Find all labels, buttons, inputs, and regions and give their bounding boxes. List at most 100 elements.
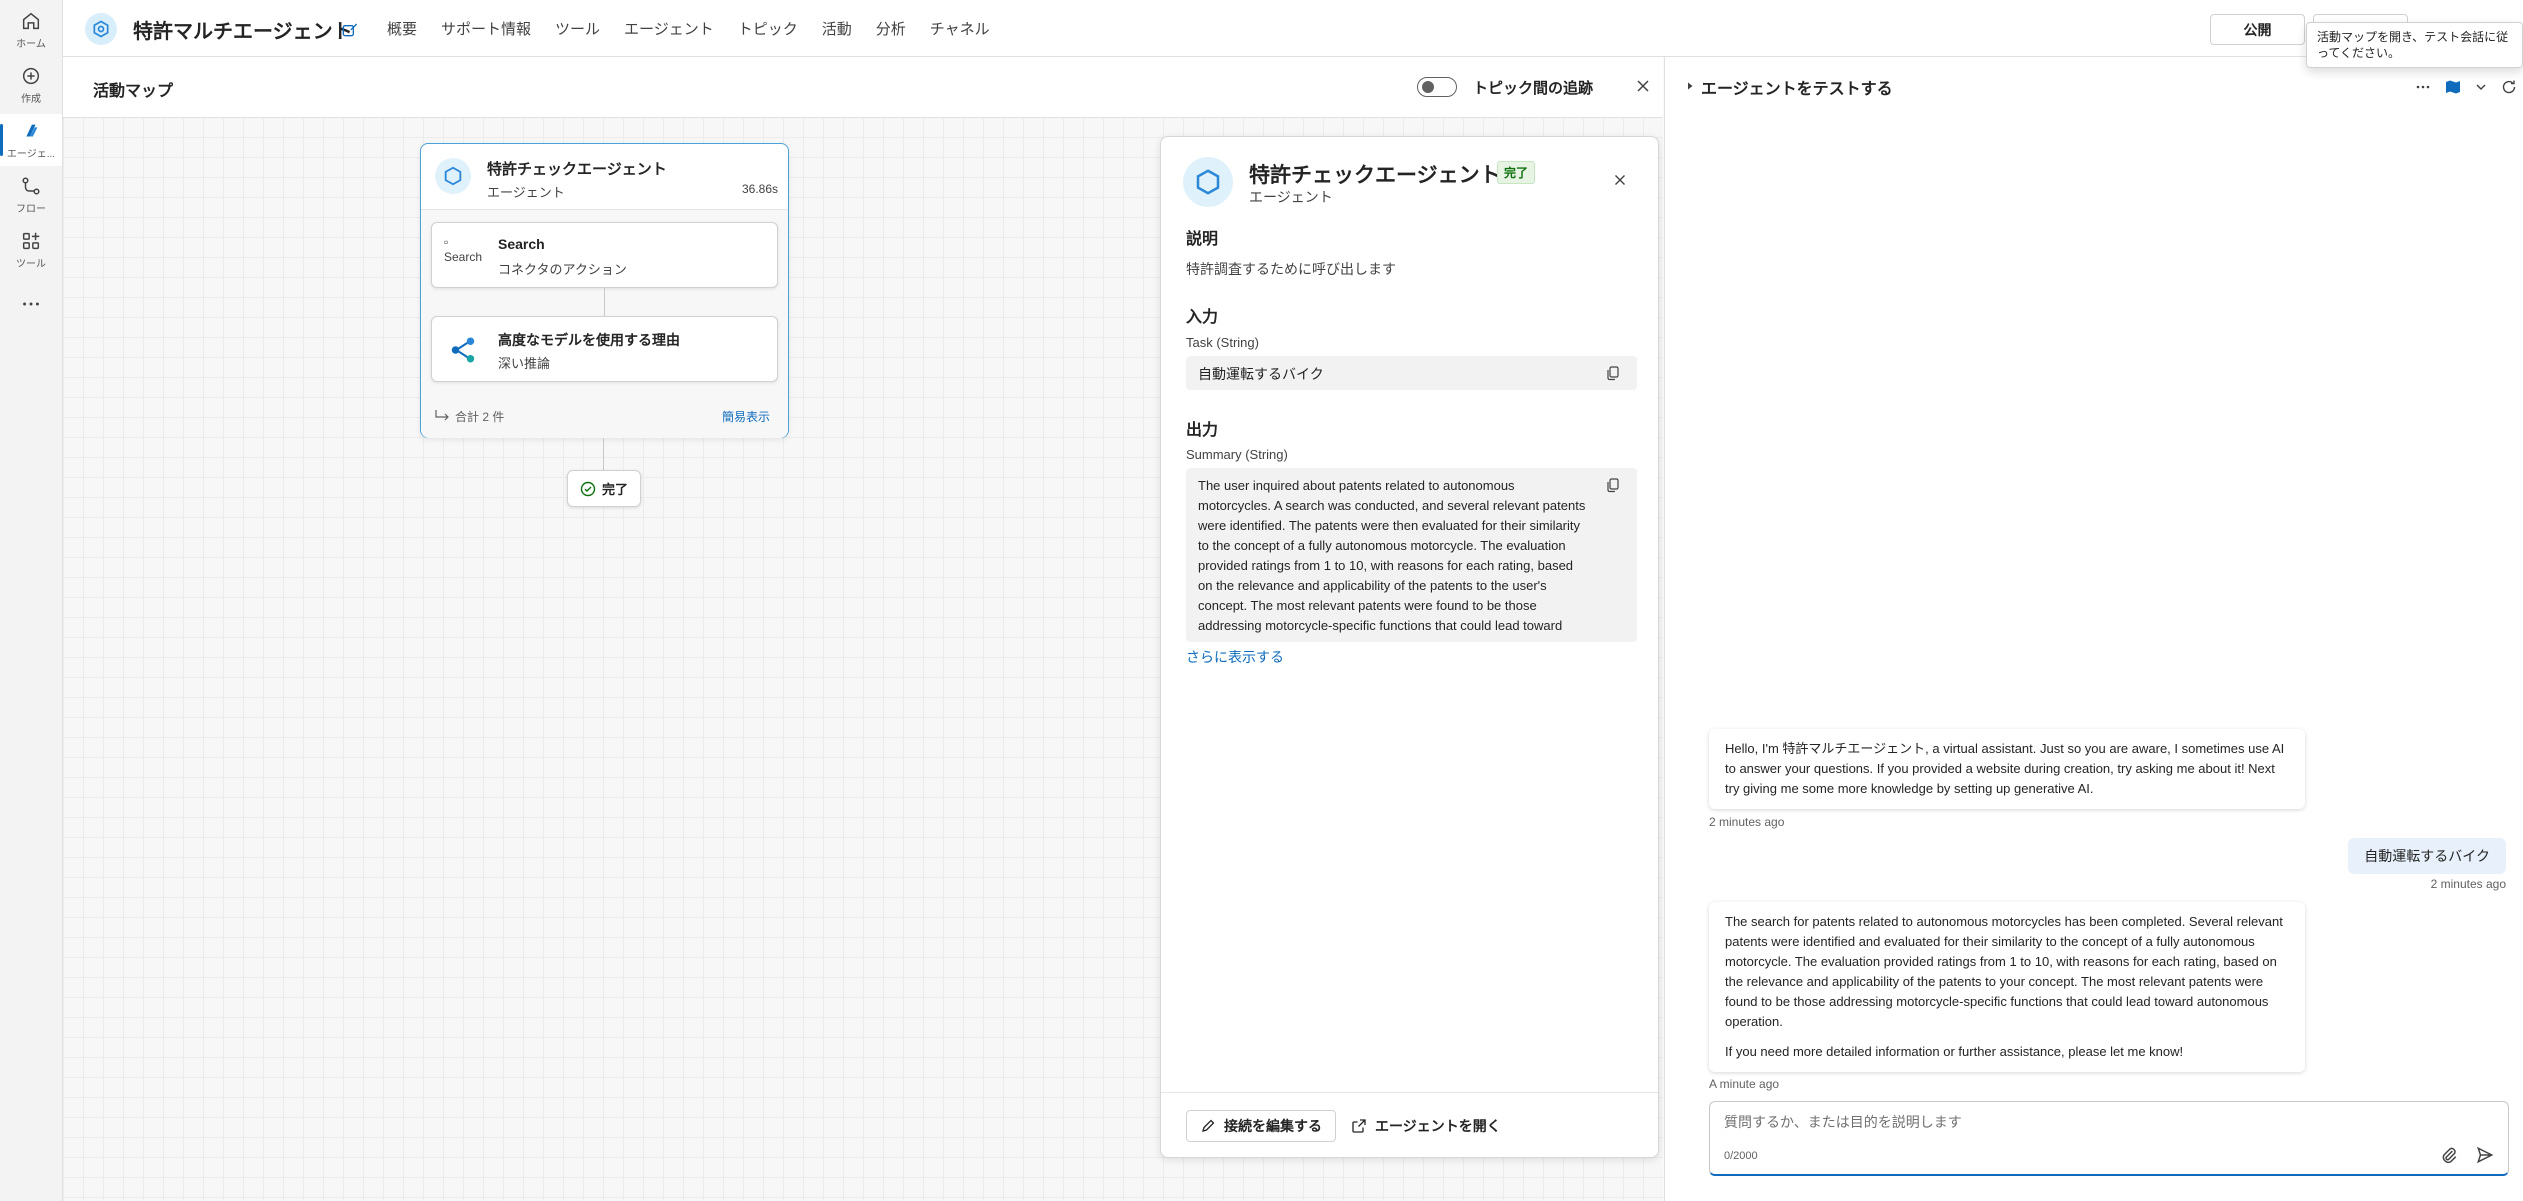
step-title: Search — [498, 236, 545, 252]
agent-node-subtitle: エージェント — [487, 185, 565, 200]
tab-analytics[interactable]: 分析 — [864, 0, 918, 57]
output-heading: 出力 — [1186, 422, 1219, 439]
home-icon — [22, 12, 40, 30]
rail-item-create[interactable]: 作成 — [0, 59, 62, 111]
user-message: 自動運転するバイク — [2348, 838, 2506, 874]
test-map-tooltip: 活動マップを開き、テスト会話に従ってください。 — [2306, 22, 2523, 68]
return-arrow-icon — [435, 410, 449, 421]
test-panel-tools — [2415, 77, 2517, 97]
search-image-alt: Search — [444, 250, 483, 264]
rail-item-flow[interactable]: フロー — [0, 169, 62, 221]
output-value-box: The user inquired about patents related … — [1186, 468, 1637, 642]
agent-node-title: 特許チェックエージェント — [487, 161, 667, 178]
input-label: Task (String) — [1186, 335, 1259, 350]
refresh-icon[interactable] — [2501, 79, 2517, 95]
left-rail: ホーム 作成 エージェ... フロー ツール — [0, 0, 63, 1201]
bot-message-text: If you need more detailed information or… — [1725, 1044, 2184, 1059]
test-agent-panel: エージェントをテストする Hello, I'm 特許マルチエージェント, a v… — [1664, 57, 2523, 1201]
pencil-icon — [1202, 1119, 1215, 1132]
show-more-link[interactable]: さらに表示する — [1186, 647, 1284, 667]
tab-knowledge[interactable]: サポート情報 — [429, 0, 543, 57]
rail-item-label: ツール — [16, 259, 46, 270]
test-panel-title: エージェントをテストする — [1701, 81, 1893, 98]
tab-overview[interactable]: 概要 — [375, 0, 429, 57]
rail-item-agents[interactable]: エージェ... — [0, 114, 62, 166]
rail-item-tools[interactable]: ツール — [0, 224, 62, 276]
close-icon[interactable] — [1633, 76, 1653, 96]
done-connector — [603, 438, 604, 470]
edit-connection-label: 接続を編集する — [1224, 1118, 1322, 1134]
tab-topics[interactable]: トピック — [726, 0, 810, 57]
open-external-icon — [1352, 1119, 1366, 1133]
activity-map-header: 活動マップ トピック間の追跡 — [63, 57, 1663, 118]
chat-input[interactable]: 質問するか、または目的を説明します 0/2000 — [1709, 1101, 2509, 1176]
more-options-icon[interactable] — [2415, 79, 2431, 95]
message-time: 2 minutes ago — [2430, 877, 2506, 891]
simple-view-link[interactable]: 簡易表示 — [722, 408, 770, 425]
top-nav: 概要 サポート情報 ツール エージェント トピック 活動 分析 チャネル — [375, 0, 1002, 57]
edit-connection-button[interactable]: 接続を編集する — [1186, 1110, 1336, 1142]
open-agent-button[interactable]: エージェントを開く — [1351, 1110, 1521, 1142]
done-node[interactable]: 完了 — [567, 470, 641, 507]
tab-tools[interactable]: ツール — [543, 0, 612, 57]
output-value: The user inquired about patents related … — [1198, 478, 1586, 640]
caret-right-icon[interactable] — [1685, 81, 1695, 91]
topic-tracking-toggle[interactable] — [1417, 77, 1457, 97]
output-label: Summary (String) — [1186, 447, 1288, 462]
step-connector — [604, 288, 605, 316]
agent-logo-icon — [93, 20, 109, 38]
edit-agent-icon[interactable] — [340, 19, 360, 39]
tab-agents[interactable]: エージェント — [612, 0, 726, 57]
attach-icon[interactable] — [2440, 1146, 2458, 1164]
check-circle-icon — [580, 481, 596, 496]
activity-map-title: 活動マップ — [93, 83, 174, 100]
flow-icon — [22, 177, 40, 195]
char-count: 0/2000 — [1724, 1150, 1758, 1162]
detail-title: 特許チェックエージェント — [1249, 164, 1501, 187]
status-badge: 完了 — [1497, 161, 1536, 184]
step-title: 高度なモデルを使用する理由 — [498, 332, 680, 348]
agent-node[interactable]: 特許チェックエージェント エージェント 36.86s ▫ Search Searc… — [420, 143, 789, 438]
map-icon[interactable] — [2445, 79, 2461, 95]
copy-icon[interactable] — [1605, 477, 1621, 493]
agent-node-total: 合計 2 件 — [455, 410, 505, 424]
app-title: 特許マルチエージェント — [133, 21, 353, 43]
topic-tracking-label: トピック間の追跡 — [1473, 80, 1594, 97]
more-icon — [23, 302, 39, 306]
agent-node-time: 36.86s — [741, 182, 778, 196]
agent-hex-icon — [444, 166, 462, 186]
tab-activity[interactable]: 活動 — [810, 0, 864, 57]
detail-footer: 接続を編集する エージェントを開く — [1161, 1092, 1658, 1158]
agent-hex-icon — [1196, 169, 1220, 195]
agent-detail-panel: 特許チェックエージェント 完了 エージェント 説明 特許調査するために呼び出しま… — [1160, 136, 1659, 1158]
tools-icon — [22, 232, 40, 250]
copy-icon[interactable] — [1605, 365, 1621, 381]
open-agent-label: エージェントを開く — [1375, 1118, 1501, 1134]
agent-icon — [26, 124, 38, 137]
chevron-down-icon[interactable] — [2475, 81, 2487, 93]
input-value: 自動運転するバイク — [1198, 366, 1324, 382]
chat-input-placeholder: 質問するか、または目的を説明します — [1724, 1114, 1962, 1130]
agent-node-steps: ▫ Search Search コネクタのアクション 高度なモデルを使用する理由 … — [421, 210, 788, 438]
bot-message: The search for patents related to autono… — [1709, 902, 2305, 1072]
send-icon[interactable] — [2476, 1146, 2494, 1164]
bot-message-text: The search for patents related to autono… — [1725, 914, 2283, 1029]
tab-channels[interactable]: チャネル — [918, 0, 1002, 57]
description-text: 特許調査するために呼び出します — [1186, 261, 1396, 277]
rail-item-more[interactable] — [0, 278, 62, 330]
rail-item-label: フロー — [16, 204, 46, 215]
detail-agent-icon — [1183, 157, 1233, 207]
step-subtitle: コネクタのアクション — [498, 262, 627, 277]
publish-button[interactable]: 公開 — [2210, 14, 2305, 45]
step-reasoning[interactable]: 高度なモデルを使用する理由 深い推論 — [431, 316, 778, 382]
step-search[interactable]: ▫ Search Search コネクタのアクション — [431, 222, 778, 288]
bot-message-text: Hello, I'm 特許マルチエージェント, a virtual assist… — [1725, 741, 2285, 796]
bot-message: Hello, I'm 特許マルチエージェント, a virtual assist… — [1709, 729, 2305, 809]
close-icon[interactable] — [1611, 171, 1629, 189]
rail-item-home[interactable]: ホーム — [0, 4, 62, 56]
rail-item-label: 作成 — [21, 94, 41, 105]
input-heading: 入力 — [1186, 309, 1219, 326]
message-time: A minute ago — [1709, 1077, 1780, 1091]
rail-item-label: エージェ... — [6, 149, 56, 160]
step-subtitle: 深い推論 — [498, 356, 551, 371]
